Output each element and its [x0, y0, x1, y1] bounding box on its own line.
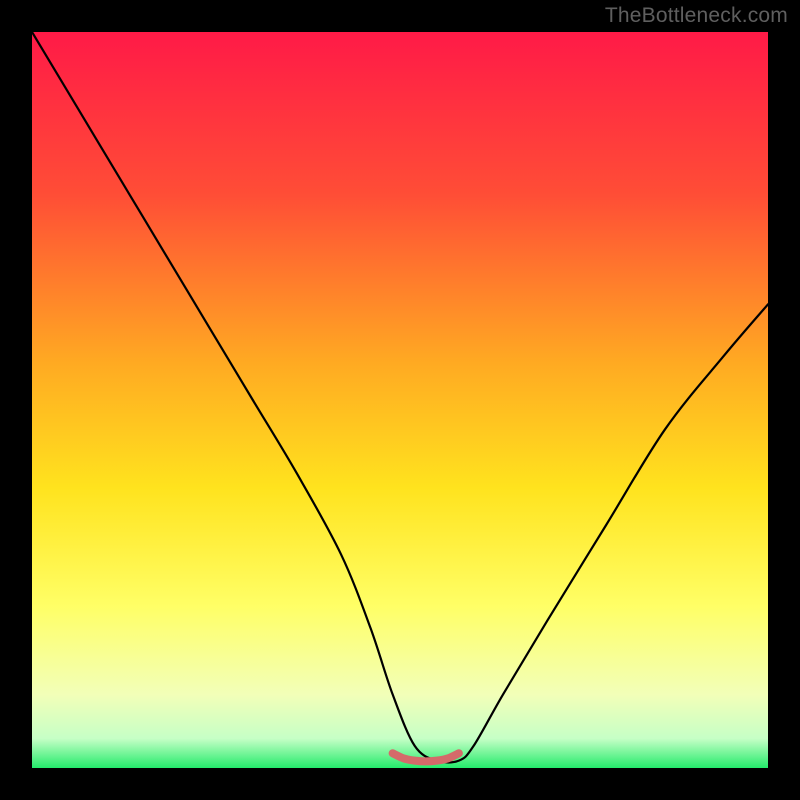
watermark-label: TheBottleneck.com — [605, 4, 788, 28]
gradient-background — [32, 32, 768, 768]
chart-svg — [32, 32, 768, 768]
chart-frame: TheBottleneck.com — [0, 0, 800, 800]
plot-area — [32, 32, 768, 768]
